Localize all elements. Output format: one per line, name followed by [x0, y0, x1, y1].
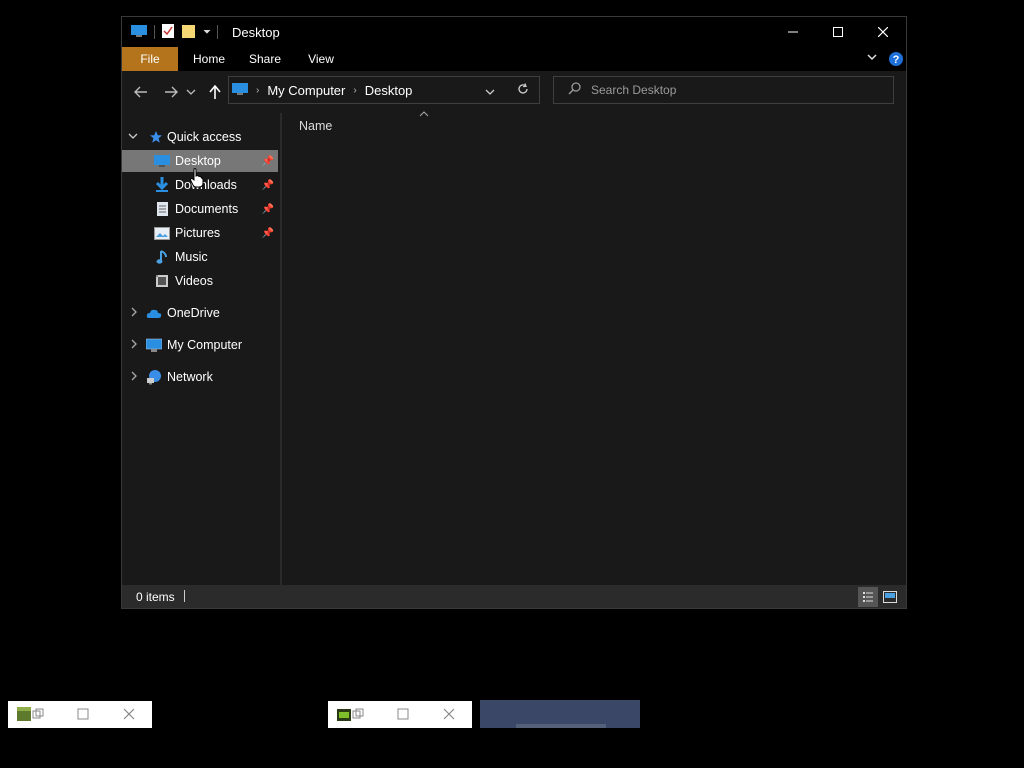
app-icon: [337, 707, 351, 721]
forward-button[interactable]: [160, 81, 182, 103]
mouse-cursor-icon: [189, 168, 204, 191]
sidebar-item-music[interactable]: Music: [122, 246, 278, 268]
status-bar: 0 items: [122, 585, 906, 608]
tab-view[interactable]: View: [296, 47, 346, 71]
sidebar-item-label: Music: [175, 250, 208, 264]
videos-icon: [154, 273, 170, 289]
tab-home[interactable]: Home: [184, 47, 234, 71]
tab-share[interactable]: Share: [240, 47, 290, 71]
chevron-down-icon[interactable]: [128, 132, 138, 143]
window-preview-icon: [516, 724, 606, 728]
music-icon: [154, 249, 170, 265]
sidebar-item-label: Quick access: [167, 130, 242, 144]
sidebar-item-videos[interactable]: Videos: [122, 270, 278, 292]
chevron-right-icon[interactable]: [130, 339, 138, 352]
tab-file[interactable]: File: [122, 47, 178, 71]
sidebar-item-label: Network: [167, 370, 213, 384]
navigation-bar: › My Computer › Desktop Search Desktop: [122, 71, 906, 113]
sidebar-item-network[interactable]: Network: [122, 366, 278, 388]
restore-icon[interactable]: [31, 707, 45, 721]
sort-ascending-icon: [419, 109, 429, 119]
star-icon: [148, 129, 164, 145]
sidebar-item-onedrive[interactable]: OneDrive: [122, 302, 278, 324]
chevron-right-icon: ›: [353, 84, 357, 96]
close-icon[interactable]: [122, 707, 136, 721]
sidebar-item-label: OneDrive: [167, 306, 220, 320]
minimized-window-3-preview[interactable]: [480, 700, 640, 728]
chevron-right-icon[interactable]: [130, 371, 138, 384]
pin-icon[interactable]: 📌: [262, 204, 274, 215]
column-header-name[interactable]: Name: [299, 119, 332, 133]
close-icon[interactable]: [442, 707, 456, 721]
toolbar-separator: [217, 25, 218, 39]
sidebar-item-my-computer[interactable]: My Computer: [122, 334, 278, 356]
large-icons-view-button[interactable]: [880, 587, 900, 607]
sidebar-item-label: Pictures: [175, 226, 221, 240]
sidebar-item-pictures[interactable]: Pictures 📌: [122, 222, 278, 244]
minimized-window-2[interactable]: [328, 701, 472, 728]
breadcrumb-my-computer[interactable]: My Computer: [267, 83, 345, 98]
maximize-button[interactable]: [815, 17, 861, 47]
up-button[interactable]: [204, 81, 226, 103]
details-view-button[interactable]: [858, 587, 878, 607]
help-icon[interactable]: ?: [888, 51, 904, 70]
desktop-icon: [154, 153, 170, 169]
network-icon: [146, 369, 162, 385]
file-list[interactable]: Name: [282, 111, 906, 585]
computer-icon: [130, 24, 148, 41]
app-icon: [17, 707, 31, 721]
pictures-icon: [154, 225, 170, 241]
close-button[interactable]: [860, 17, 906, 47]
minimized-window-1[interactable]: [8, 701, 152, 728]
expand-ribbon-icon[interactable]: [866, 51, 878, 66]
sidebar-item-documents[interactable]: Documents 📌: [122, 198, 278, 220]
search-input[interactable]: Search Desktop: [591, 83, 676, 97]
properties-icon[interactable]: [161, 23, 175, 42]
qat-dropdown-icon[interactable]: ⏷: [203, 27, 211, 38]
status-separator: [184, 590, 185, 602]
recent-locations-button[interactable]: [184, 81, 198, 103]
maximize-icon[interactable]: [396, 707, 410, 721]
refresh-icon[interactable]: [517, 83, 529, 98]
documents-icon: [154, 201, 170, 217]
item-count: 0 items: [136, 590, 175, 604]
window-title: Desktop: [232, 25, 280, 40]
maximize-icon[interactable]: [76, 707, 90, 721]
restore-icon[interactable]: [351, 707, 365, 721]
back-button[interactable]: [130, 81, 152, 103]
title-bar: ⏷ Desktop: [122, 17, 906, 47]
address-bar[interactable]: › My Computer › Desktop: [228, 76, 540, 104]
new-folder-icon[interactable]: [181, 23, 197, 42]
onedrive-icon: [146, 305, 162, 321]
computer-icon: [146, 337, 162, 353]
svg-text:?: ?: [893, 54, 900, 66]
address-dropdown-icon[interactable]: [485, 85, 495, 99]
sidebar-item-label: My Computer: [167, 338, 243, 352]
pin-icon[interactable]: 📌: [262, 156, 274, 167]
sidebar-item-label: Downloads: [175, 178, 237, 192]
sidebar-item-quick-access[interactable]: Quick access: [122, 126, 278, 148]
quick-access-toolbar: ⏷: [130, 23, 218, 41]
computer-icon: [232, 82, 248, 99]
chevron-right-icon: ›: [256, 84, 260, 96]
pin-icon[interactable]: 📌: [262, 228, 274, 239]
search-box[interactable]: Search Desktop: [553, 76, 894, 104]
file-explorer-window: ⏷ Desktop File Home Share View ? › My Co…: [121, 16, 907, 609]
sidebar-item-label: Desktop: [175, 154, 221, 168]
pin-icon[interactable]: 📌: [262, 180, 274, 191]
toolbar-separator: [154, 25, 155, 39]
downloads-icon: [154, 177, 170, 193]
sidebar-item-label: Documents: [175, 202, 239, 216]
search-icon: [568, 82, 581, 98]
ribbon-tabs: File Home Share View ?: [122, 47, 906, 71]
breadcrumb-desktop[interactable]: Desktop: [365, 83, 413, 98]
chevron-right-icon[interactable]: [130, 307, 138, 320]
minimize-button[interactable]: [770, 17, 816, 47]
sidebar-item-label: Videos: [175, 274, 213, 288]
